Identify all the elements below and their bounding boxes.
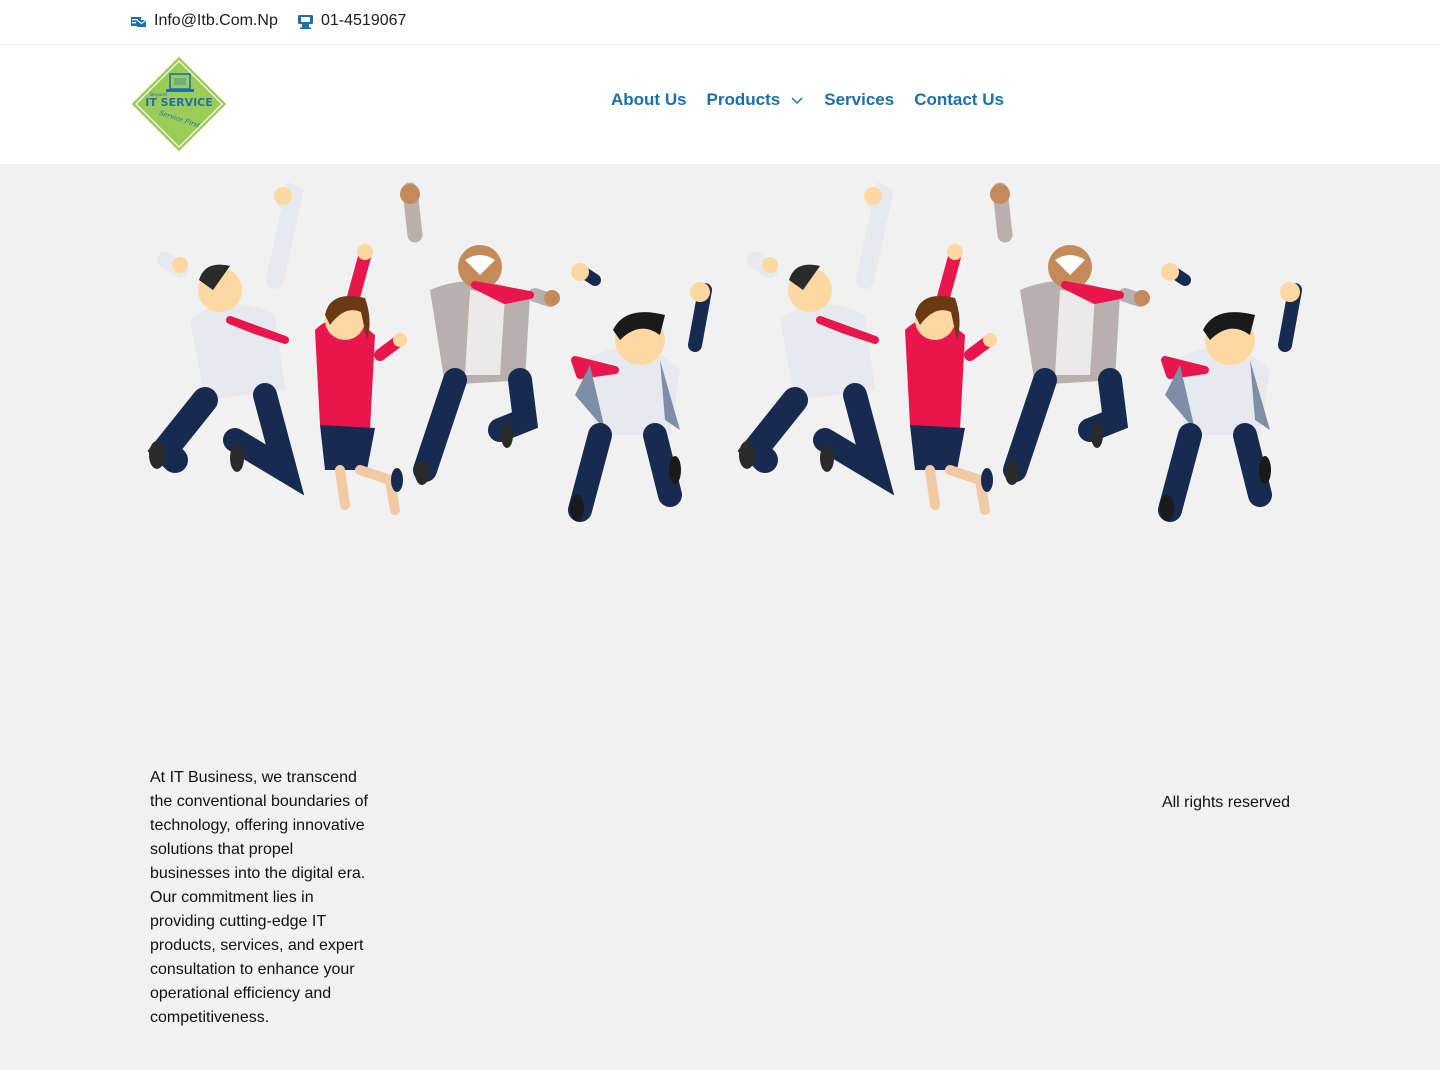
nav-services[interactable]: Services	[824, 90, 894, 110]
phone-contact[interactable]: 01-4519067	[297, 12, 406, 30]
nav-about-us-label[interactable]: About Us	[611, 90, 687, 110]
nav-products[interactable]: Products	[707, 90, 805, 110]
chevron-down-icon[interactable]	[790, 93, 804, 107]
phone-text[interactable]: 01-4519067	[321, 12, 406, 30]
nav-services-label[interactable]: Services	[824, 90, 894, 110]
nav-contact-us[interactable]: Contact Us	[914, 90, 1004, 110]
jumping-people-group-1	[149, 184, 710, 521]
phone-icon	[298, 14, 313, 29]
nav-about-us[interactable]: About Us	[611, 90, 687, 110]
hero-illustration	[135, 180, 1305, 525]
company-description: At IT Business, we transcend the convent…	[150, 769, 368, 1026]
top-contact-bar: Info@Itb.Com.Np 01-4519067	[0, 0, 1440, 45]
email-contact[interactable]: Info@Itb.Com.Np	[130, 12, 278, 30]
nav-contact-us-label[interactable]: Contact Us	[914, 90, 1004, 110]
email-icon	[131, 16, 147, 27]
logo-line2: IT SERVICE	[145, 96, 213, 109]
nav-products-label[interactable]: Products	[707, 90, 781, 110]
site-header: Beyond IT SERVICE Service First About Us…	[0, 45, 1440, 164]
main-navigation: About Us Products Services Contact Us	[611, 90, 1004, 110]
copyright-text: All rights reserved	[1161, 794, 1290, 811]
jumping-people-group-2	[739, 184, 1300, 521]
email-text[interactable]: Info@Itb.Com.Np	[154, 12, 278, 30]
site-logo[interactable]: Beyond IT SERVICE Service First	[130, 55, 228, 153]
